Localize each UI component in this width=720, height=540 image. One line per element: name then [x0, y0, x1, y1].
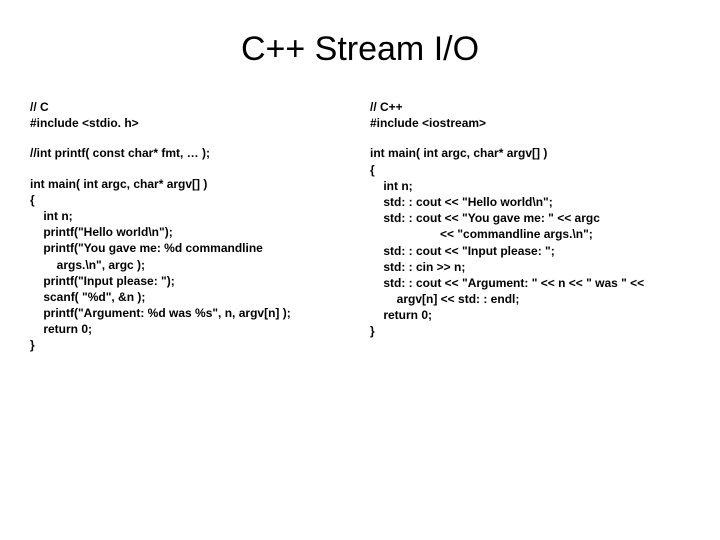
- left-column: // C #include <stdio. h> //int printf( c…: [30, 99, 350, 368]
- right-code: int main( int argc, char* argv[] ) { int…: [370, 145, 690, 339]
- left-code: int main( int argc, char* argv[] ) { int…: [30, 176, 350, 354]
- left-prototype: //int printf( const char* fmt, … );: [30, 145, 350, 161]
- left-header: // C #include <stdio. h>: [30, 99, 350, 131]
- content-columns: // C #include <stdio. h> //int printf( c…: [30, 99, 690, 368]
- slide: C++ Stream I/O // C #include <stdio. h> …: [0, 0, 720, 540]
- right-column: // C++ #include <iostream> int main( int…: [370, 99, 690, 368]
- right-header: // C++ #include <iostream>: [370, 99, 690, 131]
- slide-title: C++ Stream I/O: [30, 30, 690, 69]
